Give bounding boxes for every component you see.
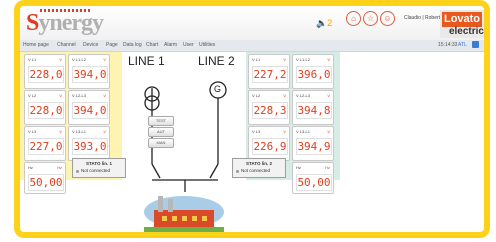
menu-page[interactable]: Page xyxy=(106,42,118,48)
reading: 394,0 xyxy=(72,66,108,83)
man-button[interactable]: MAN xyxy=(148,138,174,148)
reading: 396,0 xyxy=(296,66,332,83)
card-line1-vl2: V L2 V 228,0 xyxy=(24,90,66,125)
test-button[interactable]: TEST xyxy=(148,116,174,126)
menu-device[interactable]: Device xyxy=(83,42,98,48)
reading: 228,0 xyxy=(28,102,64,119)
card-line1-vl1: V L1 V 228,0 xyxy=(24,54,66,89)
status-line2: STATO lin. 2 Not connected xyxy=(232,158,286,178)
speaker-icon[interactable]: 🔈2 xyxy=(316,18,332,29)
lovato-logo: Lovato electric xyxy=(440,10,484,38)
factory-icon xyxy=(144,190,224,232)
card-line2-vl1: V L1 V 227,2 xyxy=(248,54,290,89)
network-icon[interactable] xyxy=(472,41,479,48)
synergy-logo: Synergy xyxy=(26,9,104,36)
line2-label: LINE 2 xyxy=(198,54,235,68)
header: Synergy 🔈2 ⌂ ☆ ☺ Claudio | Roberto Lovat… xyxy=(20,6,484,40)
menu-bar: Home page Channel Device Page Data log C… xyxy=(20,40,484,52)
location: ATL xyxy=(458,42,467,48)
reading: 228,0 xyxy=(28,66,64,83)
menu-chart[interactable]: Chart xyxy=(146,42,158,48)
reading: 227,2 xyxy=(252,66,288,83)
menu-user[interactable]: User xyxy=(183,42,194,48)
status-title: STATO lin. 1 xyxy=(85,161,112,166)
card-line1-vl2l3: V L2-L3 V 394,0 xyxy=(68,90,110,125)
card-line2-vl2: V L2 V 228,3 xyxy=(248,90,290,125)
card-line2-vl2l3: V L2-L3 V 394,8 xyxy=(292,90,334,125)
card-line2-hz: Hz Hz 50,00 xyxy=(292,162,334,194)
hmi-screen: Synergy 🔈2 ⌂ ☆ ☺ Claudio | Roberto Lovat… xyxy=(20,6,484,232)
user-icon[interactable]: ☺ xyxy=(380,11,395,26)
status-text: Not connected xyxy=(241,168,271,173)
status-dot xyxy=(76,170,79,173)
reading: 394,0 xyxy=(72,102,108,119)
card-line1-vl3: V L3 V 227,0 xyxy=(24,126,66,161)
device-frame: Synergy 🔈2 ⌂ ☆ ☺ Claudio | Roberto Lovat… xyxy=(14,0,490,238)
aut-button[interactable]: AUT xyxy=(148,127,174,137)
star-icon[interactable]: ☆ xyxy=(363,11,378,26)
reading: 228,3 xyxy=(252,102,288,119)
speaker-badge: 2 xyxy=(327,18,333,28)
home-icon[interactable]: ⌂ xyxy=(346,11,361,26)
reading: 50,00 xyxy=(296,174,332,191)
menu-utilities[interactable]: Utilities xyxy=(199,42,215,48)
brand-bottom: electric xyxy=(448,26,484,37)
reading: 394,9 xyxy=(296,138,332,155)
reading: 50,00 xyxy=(28,174,64,191)
generator-icon: G xyxy=(214,84,222,94)
status-line1: STATO lin. 1 Not connected xyxy=(72,158,126,178)
clock: 15:14:33 xyxy=(438,42,458,48)
wiring-lines xyxy=(144,81,227,192)
reading: 226,9 xyxy=(252,138,288,155)
card-line2-vl3: V L3 V 226,9 xyxy=(248,126,290,161)
menu-channel[interactable]: Channel xyxy=(57,42,76,48)
card-line2-vl3l1: V L3-L1 V 394,9 xyxy=(292,126,334,161)
status-title: STATO lin. 2 xyxy=(245,161,272,166)
card-line2-vl1l2: V L1-L2 V 396,0 xyxy=(292,54,334,89)
card-line1-vl3l1: V L3-L1 V 393,0 xyxy=(68,126,110,161)
reading: 227,0 xyxy=(28,138,64,155)
transformer-icon xyxy=(145,89,159,109)
menu-data-log[interactable]: Data log xyxy=(123,42,142,48)
menu-alarm[interactable]: Alarm xyxy=(164,42,177,48)
status-dot xyxy=(236,170,239,173)
line1-label: LINE 1 xyxy=(128,54,165,68)
card-line1-hz: Hz Hz 50,00 xyxy=(24,162,66,194)
menu-home-page[interactable]: Home page xyxy=(23,42,49,48)
reading: 393,0 xyxy=(72,138,108,155)
reading: 394,8 xyxy=(296,102,332,119)
user-name: Claudio | Roberto xyxy=(404,15,443,21)
transfer-diagram: LINE 1 LINE 2 G TEST AUT MAN xyxy=(122,52,246,192)
card-line1-vl1l2: V L1-L2 V 394,0 xyxy=(68,54,110,89)
brand-top: Lovato xyxy=(442,12,482,27)
status-text: Not connected xyxy=(81,168,111,173)
